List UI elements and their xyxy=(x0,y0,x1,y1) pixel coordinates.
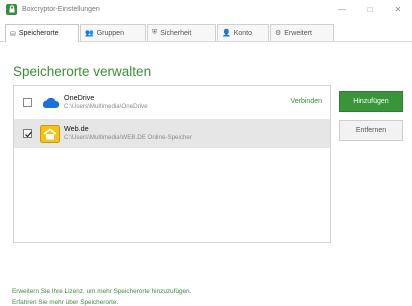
tab-label: Erweitert xyxy=(284,29,312,37)
groups-icon: 👥 xyxy=(85,30,94,37)
tab-label: Sicherheit xyxy=(160,29,192,37)
tab-konto[interactable]: 👤 Konto xyxy=(217,24,269,41)
tab-label: Speicherorte xyxy=(18,30,59,37)
maximize-button[interactable]: □ xyxy=(356,0,384,18)
location-path: C:\Users\Multimedia\OneDrive xyxy=(64,103,148,110)
list-item[interactable]: OneDrive C:\Users\Multimedia\OneDrive Ve… xyxy=(14,88,330,117)
location-checkbox[interactable] xyxy=(23,98,32,107)
location-checkbox[interactable] xyxy=(23,129,32,138)
onedrive-cloud-icon xyxy=(40,93,60,113)
window-controls: — □ ✕ xyxy=(328,0,412,18)
account-icon: 👤 xyxy=(222,30,231,37)
tab-bar: ⛁ Speicherorte 👥 Gruppen ⛨ Sicherheit 👤 … xyxy=(0,20,412,42)
tab-speicherorte[interactable]: ⛁ Speicherorte xyxy=(5,24,79,42)
connect-link[interactable]: Verbinden xyxy=(290,98,322,105)
webde-icon xyxy=(40,124,60,144)
list-item[interactable]: Web.de C:\Users\Multimedia\WEB.DE Online… xyxy=(14,119,330,148)
title-bar: Boxcryptor-Einstellungen — □ ✕ xyxy=(0,0,412,18)
storage-location-list[interactable]: OneDrive C:\Users\Multimedia\OneDrive Ve… xyxy=(13,85,331,243)
page-title: Speicherorte verwalten xyxy=(13,64,152,79)
gear-icon: ⚙ xyxy=(275,30,282,37)
storage-icon: ⛁ xyxy=(10,30,16,38)
remove-button[interactable]: Entfernen xyxy=(339,120,403,141)
close-button[interactable]: ✕ xyxy=(384,0,412,18)
tab-sicherheit[interactable]: ⛨ Sicherheit xyxy=(147,24,216,41)
app-icon xyxy=(6,3,17,15)
location-name: Web.de xyxy=(64,124,89,133)
learn-more-link[interactable]: Erfahren Sie mehr über Speicherorte. xyxy=(12,299,118,306)
shield-icon: ⛨ xyxy=(152,29,158,36)
add-button[interactable]: Hinzufügen xyxy=(339,91,403,112)
minimize-button[interactable]: — xyxy=(328,0,356,18)
location-name: OneDrive xyxy=(64,93,95,102)
location-path: C:\Users\Multimedia\WEB.DE Online-Speich… xyxy=(64,134,192,141)
tab-gruppen[interactable]: 👥 Gruppen xyxy=(80,24,146,41)
tab-label: Konto xyxy=(233,29,253,37)
tab-erweitert[interactable]: ⚙ Erweitert xyxy=(270,24,334,41)
upgrade-license-link[interactable]: Erweitern Sie Ihre Lizenz, um mehr Speic… xyxy=(12,288,191,295)
tab-label: Gruppen xyxy=(96,29,124,37)
window-title: Boxcryptor-Einstellungen xyxy=(22,5,100,13)
